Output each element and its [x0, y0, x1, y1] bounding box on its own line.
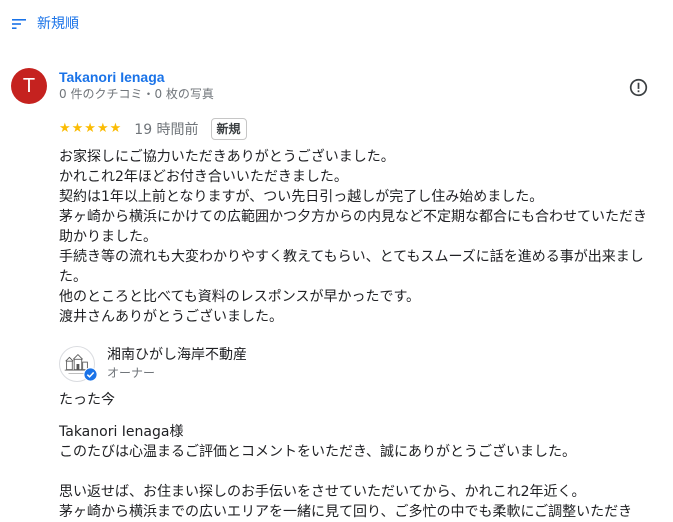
review-time: 19 時間前 [134, 122, 199, 138]
reviewer-avatar[interactable]: T [11, 68, 47, 104]
reply-line: 思い返せば、お住まい探しのお手伝いをさせていただいてから、かれこれ2年近く。 [59, 484, 586, 500]
reply-line: Takanori Ienaga様 [59, 424, 184, 440]
review-line: た。 [59, 269, 87, 285]
review-line: 他のところと比べても資料のレスポンスが早かったです。 [59, 289, 421, 305]
review-text: お家探しにご協力いただきありがとうございました。 かれこれ2年ほどお付き合いいた… [59, 147, 664, 327]
review-line: 助かりました。 [59, 229, 157, 245]
owner-name: 湘南ひがし海岸不動産 [107, 347, 247, 363]
verified-icon [83, 367, 98, 382]
new-badge: 新規 [210, 118, 247, 140]
review-line: かれこれ2年ほどお付き合いいただきました。 [59, 169, 348, 185]
reviewer-name[interactable]: Takanori Ienaga [59, 68, 165, 86]
reply-time: たった今 [59, 392, 115, 408]
reply-line: 茅ヶ崎から横浜までの広いエリアを一緒に見て回り、ご多忙の中でも柔軟にご調整いただ… [59, 504, 633, 520]
review-line: 渡井さんありがとうございました。 [59, 309, 283, 325]
sort-label: 新規順 [37, 16, 79, 32]
star-rating: ★★★★★ [59, 121, 123, 136]
review-line: 茅ヶ崎から横浜にかけての広範囲かつ夕方からの内見など不定期な都合にも合わせていた… [59, 209, 647, 225]
reply-line: このたびは心温まるご評価とコメントをいただき、誠にありがとうございました。 [59, 444, 577, 460]
review-line: お家探しにご協力いただきありがとうございました。 [59, 149, 395, 165]
sort-icon [12, 19, 26, 29]
review-line: 契約は1年以上前となりますが、つい先日引っ越しが完了し住み始めました。 [59, 189, 544, 205]
sort-button[interactable]: 新規順 [12, 14, 79, 34]
owner-reply-text: Takanori Ienaga様 このたびは心温まるご評価とコメントをいただき、… [59, 422, 664, 522]
review-line: 手続き等の流れも大変わかりやすく教えてもらい、とてもスムーズに話を進める事が出来… [59, 249, 644, 265]
reviewer-meta: 0 件のクチコミ・0 枚の写真 [59, 87, 214, 101]
owner-role: オーナー [107, 366, 156, 380]
report-icon[interactable] [629, 78, 648, 97]
rating-row: ★★★★★ 19 時間前 新規 [59, 117, 247, 141]
